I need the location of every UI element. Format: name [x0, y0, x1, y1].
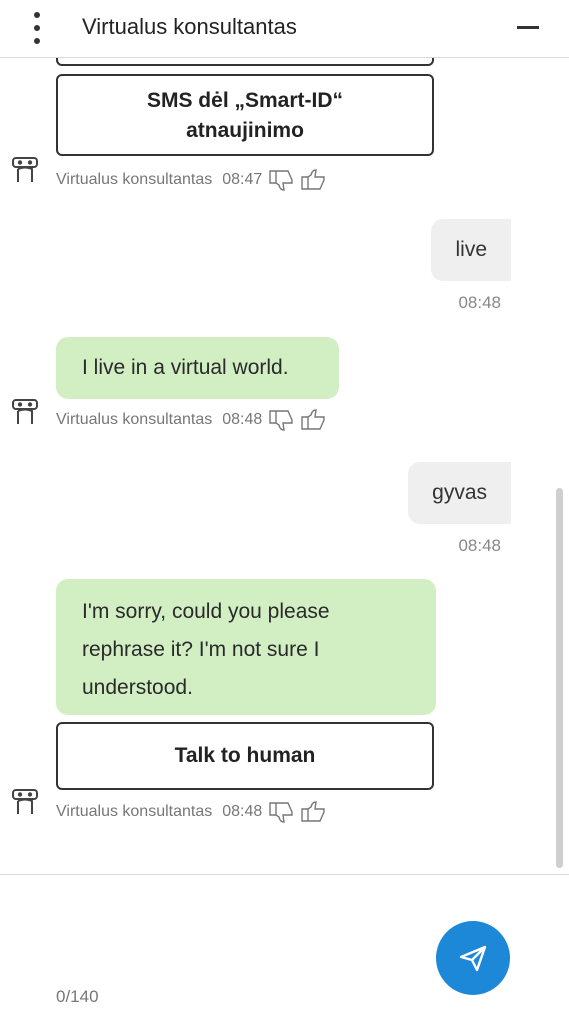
character-counter: 0/140: [56, 987, 99, 1006]
user-message-text: gyvas: [432, 481, 487, 504]
robot-avatar-icon: [12, 789, 38, 814]
option-button-smart-id[interactable]: SMS dėl „Smart-ID“ atnaujinimo: [56, 74, 434, 156]
bot-name: Virtualus konsultantas: [56, 171, 213, 188]
bot-message-meta: Virtualus konsultantas 08:48: [56, 800, 326, 824]
message-time: 08:48: [222, 803, 263, 820]
user-message-time: 08:48: [458, 536, 501, 555]
option-button-label: SMS dėl „Smart-ID“ atnaujinimo: [146, 89, 344, 142]
bot-message-text: I'm sorry, could you please rephrase it?…: [82, 600, 330, 699]
bot-message-meta: Virtualus konsultantas 08:48: [56, 408, 326, 432]
thumbs-down-icon[interactable]: [268, 168, 294, 192]
bot-name: Virtualus konsultantas: [56, 411, 213, 428]
send-icon: [459, 945, 487, 972]
user-message-text: live: [455, 238, 487, 261]
thumbs-up-icon[interactable]: [300, 800, 326, 824]
composer: 0/140: [0, 874, 569, 1025]
robot-avatar-icon: [12, 399, 38, 424]
thumbs-down-icon[interactable]: [268, 408, 294, 432]
option-button-partial[interactable]: [56, 58, 434, 66]
message-list[interactable]: SMS dėl „Smart-ID“ atnaujinimo Virtualus…: [0, 58, 569, 874]
option-button-label: Talk to human: [174, 744, 316, 767]
thumbs-up-icon[interactable]: [300, 168, 326, 192]
thumbs-up-icon[interactable]: [300, 408, 326, 432]
bot-message-meta: Virtualus konsultantas 08:47: [56, 168, 326, 192]
message-time: 08:47: [222, 171, 263, 188]
message-time: 08:48: [222, 411, 263, 428]
scrollbar[interactable]: [556, 488, 563, 868]
minimize-icon[interactable]: [517, 26, 539, 29]
bot-name: Virtualus konsultantas: [56, 803, 213, 820]
talk-to-human-button[interactable]: Talk to human: [56, 722, 434, 790]
user-message: gyvas: [408, 462, 511, 524]
user-message-time: 08:48: [458, 293, 501, 312]
robot-avatar-icon: [12, 157, 38, 182]
bot-message: I'm sorry, could you please rephrase it?…: [56, 579, 436, 715]
user-message: live: [431, 219, 511, 281]
send-button[interactable]: [436, 921, 510, 995]
thumbs-down-icon[interactable]: [268, 800, 294, 824]
chat-title: Virtualus konsultantas: [82, 14, 297, 39]
kebab-menu-icon[interactable]: [30, 12, 44, 44]
bot-message: I live in a virtual world.: [56, 337, 339, 399]
bot-message-text: I live in a virtual world.: [82, 356, 289, 379]
chat-header: Virtualus konsultantas: [0, 0, 569, 58]
